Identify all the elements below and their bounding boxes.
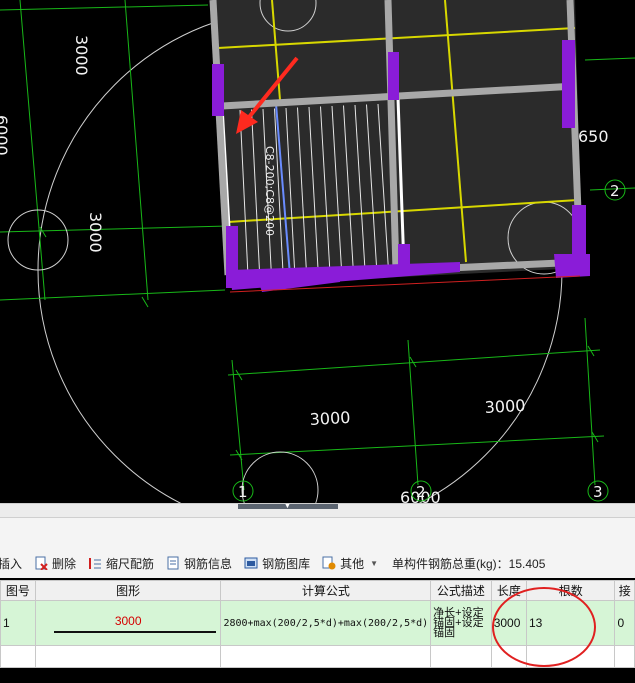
cad-drawing-view[interactable]: 3000 6000 3000 C8-200;C8@200 3000 3000 6… xyxy=(0,0,635,503)
panel-splitter[interactable]: ▼ xyxy=(0,503,635,518)
axis-label-right-2: 2 xyxy=(610,182,620,200)
col-header-lap[interactable]: 接 xyxy=(614,580,635,601)
info-label: 钢筋信息 xyxy=(184,556,233,571)
document-icon xyxy=(166,556,180,570)
rebar-info-button[interactable]: 钢筋信息 xyxy=(166,555,232,572)
empty-cell[interactable] xyxy=(430,645,492,668)
empty-cell[interactable] xyxy=(220,645,432,668)
col-header-count[interactable]: 根数 xyxy=(525,580,616,601)
chevron-down-icon[interactable]: ▼ xyxy=(284,503,291,510)
other-label: 其他 xyxy=(340,556,365,571)
insert-button[interactable]: 插入 xyxy=(0,555,22,572)
shape-length-value: 3000 xyxy=(114,614,142,628)
empty-cell[interactable] xyxy=(0,645,36,668)
col-header-length[interactable]: 长度 xyxy=(490,580,528,601)
table-header: 图号 图形 计算公式 公式描述 长度 根数 接 xyxy=(0,580,635,601)
total-weight: 单构件钢筋总重(kg)：15.405 xyxy=(392,556,546,571)
insert-label: 插入 xyxy=(0,556,23,571)
delete-label: 删除 xyxy=(52,556,77,571)
empty-cell[interactable] xyxy=(34,645,222,668)
rebar-table: 图号 图形 计算公式 公式描述 长度 根数 接 1 3000 2800+max(… xyxy=(0,580,635,668)
axis-bubble-bottom xyxy=(241,451,319,503)
table-row-empty[interactable] xyxy=(0,645,635,668)
dim-left-vertical: 3000 xyxy=(72,35,91,76)
empty-cell[interactable] xyxy=(490,645,528,668)
cell-desc[interactable]: 净长+设定锚固+设定锚固 xyxy=(430,600,492,646)
dim-left-edge: 6000 xyxy=(0,115,11,156)
empty-cell[interactable] xyxy=(525,645,616,668)
cell-no[interactable]: 1 xyxy=(0,600,36,646)
axis-label-2: 2 xyxy=(416,483,426,501)
chevron-down-icon: ▼ xyxy=(370,558,379,568)
dim-mid-vertical: 3000 xyxy=(86,212,105,253)
scale-label: 缩尺配筋 xyxy=(106,556,155,571)
rebar-library-button[interactable]: 钢筋图库 xyxy=(244,555,310,572)
shape-bar-line xyxy=(53,631,217,633)
rebar-label: C8-200;C8@200 xyxy=(263,146,276,236)
rebar-toolbar: 插入 删除 缩尺配筋 钢筋信息 钢筋图库 其他 ▼ 单构件钢筋总重(kg)：15.… xyxy=(0,548,635,578)
toolbar-spacer xyxy=(0,518,635,548)
dim-bottom-right: 3000 xyxy=(484,396,526,417)
col-header-formula[interactable]: 计算公式 xyxy=(220,580,432,601)
cell-lap[interactable]: 0 xyxy=(614,600,635,646)
table-row[interactable]: 1 3000 2800+max(200/2,5*d)+max(200/2,5*d… xyxy=(0,600,635,646)
cad-canvas[interactable]: 3000 6000 3000 C8-200;C8@200 3000 3000 6… xyxy=(0,0,635,503)
library-icon xyxy=(244,556,258,570)
cell-length[interactable]: 3000 xyxy=(490,600,528,646)
scale-rebar-button[interactable]: 缩尺配筋 xyxy=(88,555,154,572)
cell-shape[interactable]: 3000 xyxy=(34,600,222,646)
library-label: 钢筋图库 xyxy=(262,556,311,571)
cell-count[interactable]: 13 xyxy=(525,600,616,646)
delete-button[interactable]: 删除 xyxy=(34,555,76,572)
axis-label-1: 1 xyxy=(238,483,248,501)
scale-icon xyxy=(88,556,102,570)
dim-bottom-left: 3000 xyxy=(309,408,351,429)
other-menu-button[interactable]: 其他 ▼ xyxy=(322,555,378,572)
dim-right-side: 650 xyxy=(578,127,609,146)
empty-cell[interactable] xyxy=(614,645,635,668)
axis-label-3: 3 xyxy=(593,483,603,501)
col-header-desc[interactable]: 公式描述 xyxy=(430,580,492,601)
col-header-no[interactable]: 图号 xyxy=(0,580,36,601)
delete-icon xyxy=(34,556,48,571)
gear-doc-icon xyxy=(322,556,336,570)
col-header-shape[interactable]: 图形 xyxy=(34,580,222,601)
cell-formula[interactable]: 2800+max(200/2,5*d)+max(200/2,5*d) xyxy=(220,600,432,646)
